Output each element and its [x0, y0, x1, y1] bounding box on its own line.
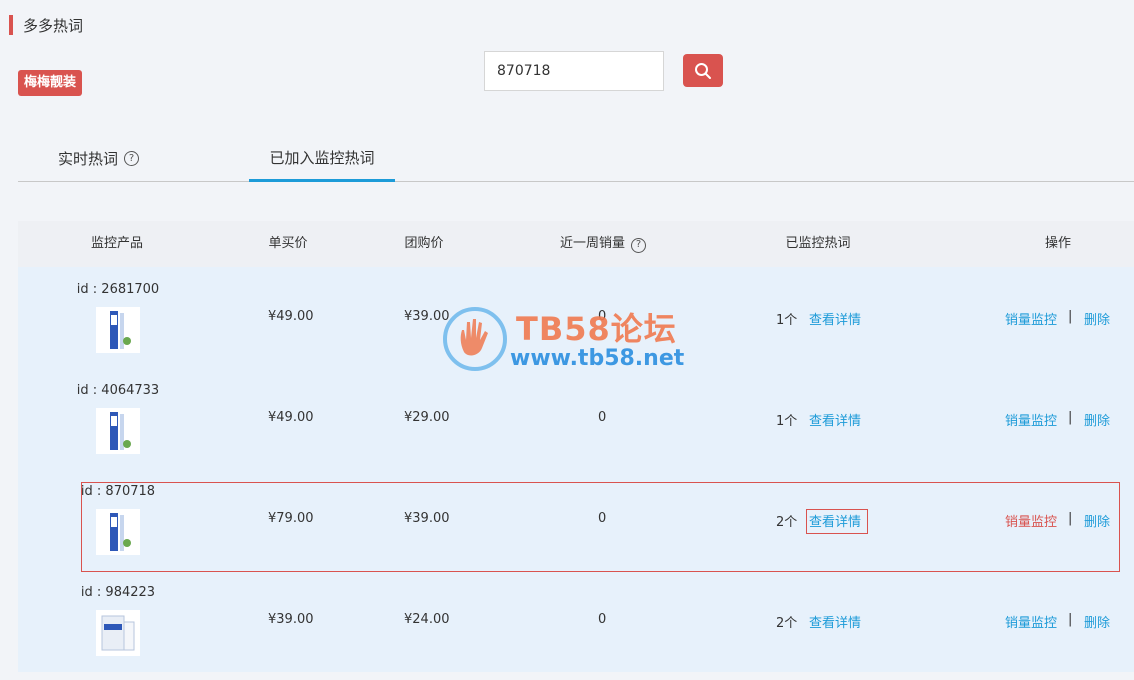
weekly-sales: 0: [598, 309, 607, 324]
product-id: id : 984223: [80, 585, 156, 600]
sales-monitor-link[interactable]: 销量监控: [1005, 511, 1057, 530]
column-header-group-price: 团购价: [404, 236, 444, 251]
keyword-count: 2个: [776, 515, 798, 530]
action-separator: |: [1068, 511, 1073, 526]
table-body: id : 2681700 ¥49.00 ¥39.00 0 1个 查看详情 销量监…: [18, 267, 1134, 672]
group-price: ¥29.00: [404, 410, 450, 425]
keyword-count: 1个: [776, 313, 798, 328]
shop-badge: 梅梅靓装: [18, 70, 83, 96]
column-header-label: 近一周销量: [559, 236, 625, 251]
action-separator: |: [1068, 309, 1073, 324]
column-header-single-price: 单买价: [268, 236, 308, 251]
page-title: 多多热词: [23, 16, 84, 35]
view-details-link[interactable]: 查看详情: [809, 612, 861, 631]
table-row: id : 984223 ¥39.00 ¥24.00 0 2个 查看详情 销量监控…: [18, 570, 1134, 671]
help-icon[interactable]: ?: [631, 237, 646, 253]
delete-link[interactable]: 删除: [1084, 612, 1110, 631]
action-separator: |: [1068, 612, 1073, 627]
column-header-weekly-sales: 近一周销量?: [538, 221, 668, 267]
view-details-link[interactable]: 查看详情: [809, 410, 861, 429]
table-row: id : 870718 ¥79.00 ¥39.00 0 2个 查看详情 销量监控…: [18, 469, 1134, 570]
product-thumbnail[interactable]: [96, 509, 140, 555]
table-row: id : 4064733 ¥49.00 ¥29.00 0 1个 查看详情 销量监…: [18, 368, 1134, 469]
single-price: ¥39.00: [268, 612, 314, 627]
single-price: ¥49.00: [268, 410, 314, 425]
column-header-product: 监控产品: [90, 236, 143, 251]
sales-monitor-link[interactable]: 销量监控: [1005, 612, 1057, 631]
tab-monitored-keywords[interactable]: 已加入监控热词: [249, 136, 395, 182]
tab-bar: 实时热词 ? 已加入监控热词: [18, 136, 1134, 182]
action-separator: |: [1068, 410, 1073, 425]
product-id: id : 870718: [80, 484, 156, 499]
tab-label: 已加入监控热词: [269, 149, 375, 167]
table-row: id : 2681700 ¥49.00 ¥39.00 0 1个 查看详情 销量监…: [18, 267, 1134, 368]
product-thumbnail[interactable]: [96, 610, 140, 656]
column-header-actions: 操作: [1044, 236, 1071, 251]
product-id: id : 2681700: [76, 282, 160, 297]
product-thumbnail[interactable]: [96, 307, 140, 353]
delete-link[interactable]: 删除: [1084, 309, 1110, 328]
title-accent: [9, 15, 13, 35]
search-icon: [695, 62, 711, 79]
table-header: 监控产品 单买价 团购价 近一周销量? 已监控热词 操作: [18, 221, 1134, 267]
column-header-keywords: 已监控热词: [785, 236, 851, 251]
view-details-link[interactable]: 查看详情: [809, 309, 861, 328]
weekly-sales: 0: [598, 511, 607, 526]
group-price: ¥39.00: [404, 511, 450, 526]
sales-monitor-link[interactable]: 销量监控: [1005, 309, 1057, 328]
page-header: 多多热词: [9, 14, 83, 36]
tab-realtime-keywords[interactable]: 实时热词 ?: [58, 136, 140, 180]
group-price: ¥39.00: [404, 309, 450, 324]
single-price: ¥49.00: [268, 309, 314, 324]
weekly-sales: 0: [598, 410, 607, 425]
single-price: ¥79.00: [268, 511, 314, 526]
keyword-count: 1个: [776, 414, 798, 429]
view-details-link[interactable]: 查看详情: [809, 511, 861, 530]
product-id: id : 4064733: [76, 383, 160, 398]
search-input[interactable]: [484, 51, 664, 91]
search-button[interactable]: [683, 54, 723, 87]
product-thumbnail[interactable]: [96, 408, 140, 454]
delete-link[interactable]: 删除: [1084, 410, 1110, 429]
group-price: ¥24.00: [404, 612, 450, 627]
tab-label: 实时热词: [58, 149, 119, 168]
keyword-count: 2个: [776, 616, 798, 631]
weekly-sales: 0: [598, 612, 607, 627]
delete-link[interactable]: 删除: [1084, 511, 1110, 530]
help-icon[interactable]: ?: [124, 150, 140, 166]
sales-monitor-link[interactable]: 销量监控: [1005, 410, 1057, 429]
